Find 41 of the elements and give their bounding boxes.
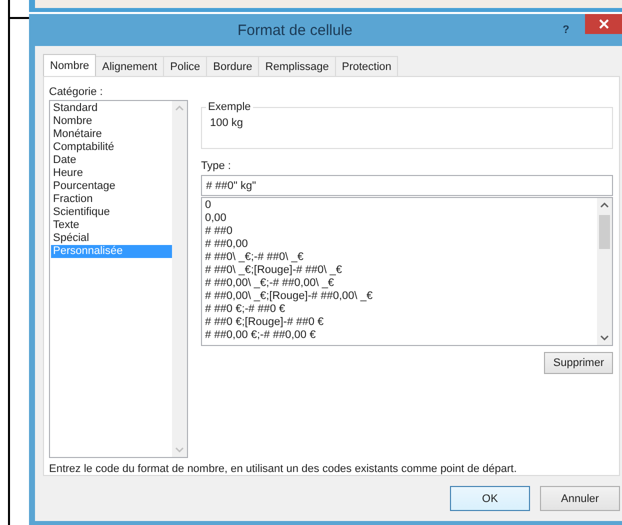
type-label: Type :: [201, 159, 232, 174]
hint-text: Entrez le code du format de nombre, en utilisant un des codes existants comme point de départ.: [49, 463, 518, 475]
close-icon: [598, 19, 608, 29]
format-item[interactable]: # ##0 €;[Rouge]-# ##0 €: [203, 316, 597, 329]
category-item[interactable]: Scientifique: [51, 206, 172, 219]
close-button[interactable]: [585, 14, 622, 34]
format-item[interactable]: # ##0: [203, 225, 597, 238]
format-item[interactable]: # ##0,00: [203, 238, 597, 251]
format-item[interactable]: # ##0\ _€;[Rouge]-# ##0\ _€: [203, 264, 597, 277]
category-item[interactable]: Standard: [51, 102, 172, 115]
format-item[interactable]: # ##0\ _€;-# ##0\ _€: [203, 251, 597, 264]
format-item[interactable]: 0: [203, 199, 597, 212]
scrollbar[interactable]: [597, 198, 612, 345]
format-item[interactable]: # ##0,00\ _€;[Rouge]-# ##0,00\ _€: [203, 290, 597, 303]
category-item[interactable]: Pourcentage: [51, 180, 172, 193]
category-item[interactable]: Texte: [51, 219, 172, 232]
example-legend: Exemple: [206, 101, 253, 113]
ok-button[interactable]: OK: [450, 486, 530, 511]
format-item[interactable]: # ##0,00\ _€;-# ##0,00\ _€: [203, 277, 597, 290]
category-item[interactable]: Date: [51, 154, 172, 167]
delete-button[interactable]: Supprimer: [544, 352, 613, 374]
category-item[interactable]: Monétaire: [51, 128, 172, 141]
format-item[interactable]: 0,00: [203, 212, 597, 225]
list-box[interactable]: 0 0,00 # ##0 # ##0,00 # ##0\ _€;-# ##0\ _€ # ##0\ _€;[Rouge]-# ##0\ _€ # ##0,00\ _€;-# ##0,00\ _€ # ##0,00\ _€;[Rouge]-# ##0,00\ _€ # ##0 €;-# ##0 € # ##0 €;[Rouge]-# ##0 € # ##0,00 €;-# ##0,00 €: [201, 197, 613, 346]
example-value: 100 kg: [210, 116, 244, 131]
format-item[interactable]: # ##0 €;-# ##0 €: [203, 303, 597, 316]
scrollbar-thumb[interactable]: [599, 215, 610, 249]
type-input-field[interactable]: # ##0" kg": [201, 175, 613, 196]
cancel-button[interactable]: Annuler: [540, 486, 620, 511]
help-button[interactable]: ?: [555, 24, 577, 36]
tab[interactable]: Nombre: [43, 54, 96, 76]
category-item[interactable]: Nombre: [51, 115, 172, 128]
list-box[interactable]: Standard Nombre Monétaire Comptabilité Date Heure Pourcentage Fraction Scientifique Texte Spécial Personnalisée: [49, 100, 188, 458]
category-item[interactable]: Spécial: [51, 232, 172, 245]
category-item[interactable]: Fraction: [51, 193, 172, 206]
tab[interactable]: Protection: [334, 56, 398, 76]
category-item[interactable]: Heure: [51, 167, 172, 180]
window-title: Format de cellule: [236, 22, 354, 38]
category-label: Catégorie :: [49, 85, 104, 100]
format-item[interactable]: # ##0,00 €;-# ##0,00 €: [203, 329, 597, 342]
category-item[interactable]: Comptabilité: [51, 141, 172, 154]
